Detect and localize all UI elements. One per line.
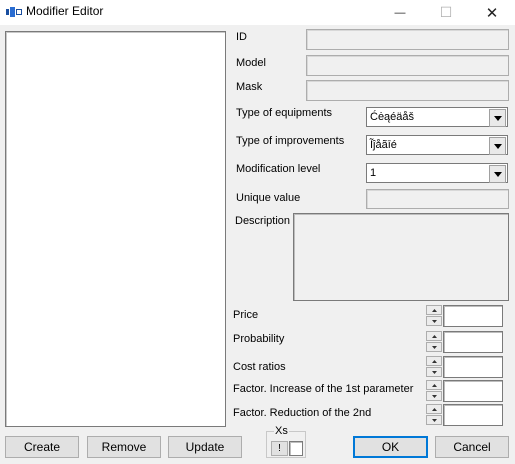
mask-field[interactable] [306,80,509,101]
probability-input[interactable] [443,331,503,353]
close-icon: ✕ [485,4,499,22]
maximize-button[interactable]: ☐ [423,0,469,25]
spin-down-icon[interactable] [426,391,442,401]
mask-label: Mask [236,81,263,93]
spin-up-icon[interactable] [426,305,442,315]
description-label: Description [235,215,291,227]
price-label: Price [233,309,259,321]
cost-ratios-label: Cost ratios [233,361,286,373]
xs-checkbox[interactable] [289,441,303,456]
type-improvement-select[interactable]: Ĩĵåãīé [366,135,508,155]
spin-up-icon[interactable] [426,331,442,341]
maximize-icon: ☐ [439,4,453,20]
spin-up-icon[interactable] [426,356,442,366]
factor-increase-input[interactable] [443,380,503,402]
factor-reduction-label: Factor. Reduction of the 2nd [233,407,372,419]
close-button[interactable]: ✕ [469,0,515,25]
chevron-down-icon[interactable] [489,109,506,127]
type-improvement-label: Type of improvements [236,135,345,147]
probability-spinner[interactable] [426,331,442,352]
chevron-down-icon[interactable] [489,165,506,183]
xs-group-label: Xs [274,425,289,437]
remove-button[interactable]: Remove [87,436,161,458]
chevron-down-icon[interactable] [489,137,506,155]
price-input[interactable] [443,305,503,327]
price-spinner[interactable] [426,305,442,326]
spin-down-icon[interactable] [426,415,442,425]
spin-down-icon[interactable] [426,342,442,352]
spin-down-icon[interactable] [426,367,442,377]
unique-value-field[interactable] [366,189,509,209]
type-equipment-select[interactable]: Ćėąéäåš [366,107,508,127]
factor-reduction-input[interactable] [443,404,503,426]
id-label: ID [236,31,247,43]
factor-increase-spinner[interactable] [426,380,442,401]
modifier-list[interactable] [5,31,226,427]
update-button[interactable]: Update [168,436,242,458]
cancel-button[interactable]: Cancel [435,436,509,458]
probability-label: Probability [233,333,285,345]
cost-ratios-input[interactable] [443,356,503,378]
modification-level-select[interactable]: 1 [366,163,508,183]
minimize-icon: — [394,6,406,19]
unique-value-label: Unique value [236,192,301,204]
modification-level-label: Modification level [236,163,321,175]
ok-button[interactable]: OK [353,436,428,458]
spin-up-icon[interactable] [426,404,442,414]
description-textarea[interactable] [293,213,509,301]
window-title: Modifier Editor [26,4,104,18]
minimize-button[interactable]: — [377,0,423,25]
title-bar: Modifier Editor — ☐ ✕ [0,0,515,25]
factor-reduction-spinner[interactable] [426,404,442,425]
spin-down-icon[interactable] [426,316,442,326]
type-improvement-value: Ĩĵåãīé [370,139,397,151]
factor-increase-label: Factor. Increase of the 1st parameter [233,383,414,395]
create-button[interactable]: Create [5,436,79,458]
type-equipment-label: Type of equipments [236,107,333,119]
xs-left-button[interactable]: ! [271,441,288,456]
id-field[interactable] [306,29,509,50]
cost-ratios-spinner[interactable] [426,356,442,377]
modification-level-value: 1 [370,167,377,179]
spin-up-icon[interactable] [426,380,442,390]
app-icon [6,7,22,17]
type-equipment-value: Ćėąéäåš [370,111,415,123]
model-field[interactable] [306,55,509,76]
model-label: Model [236,57,266,69]
